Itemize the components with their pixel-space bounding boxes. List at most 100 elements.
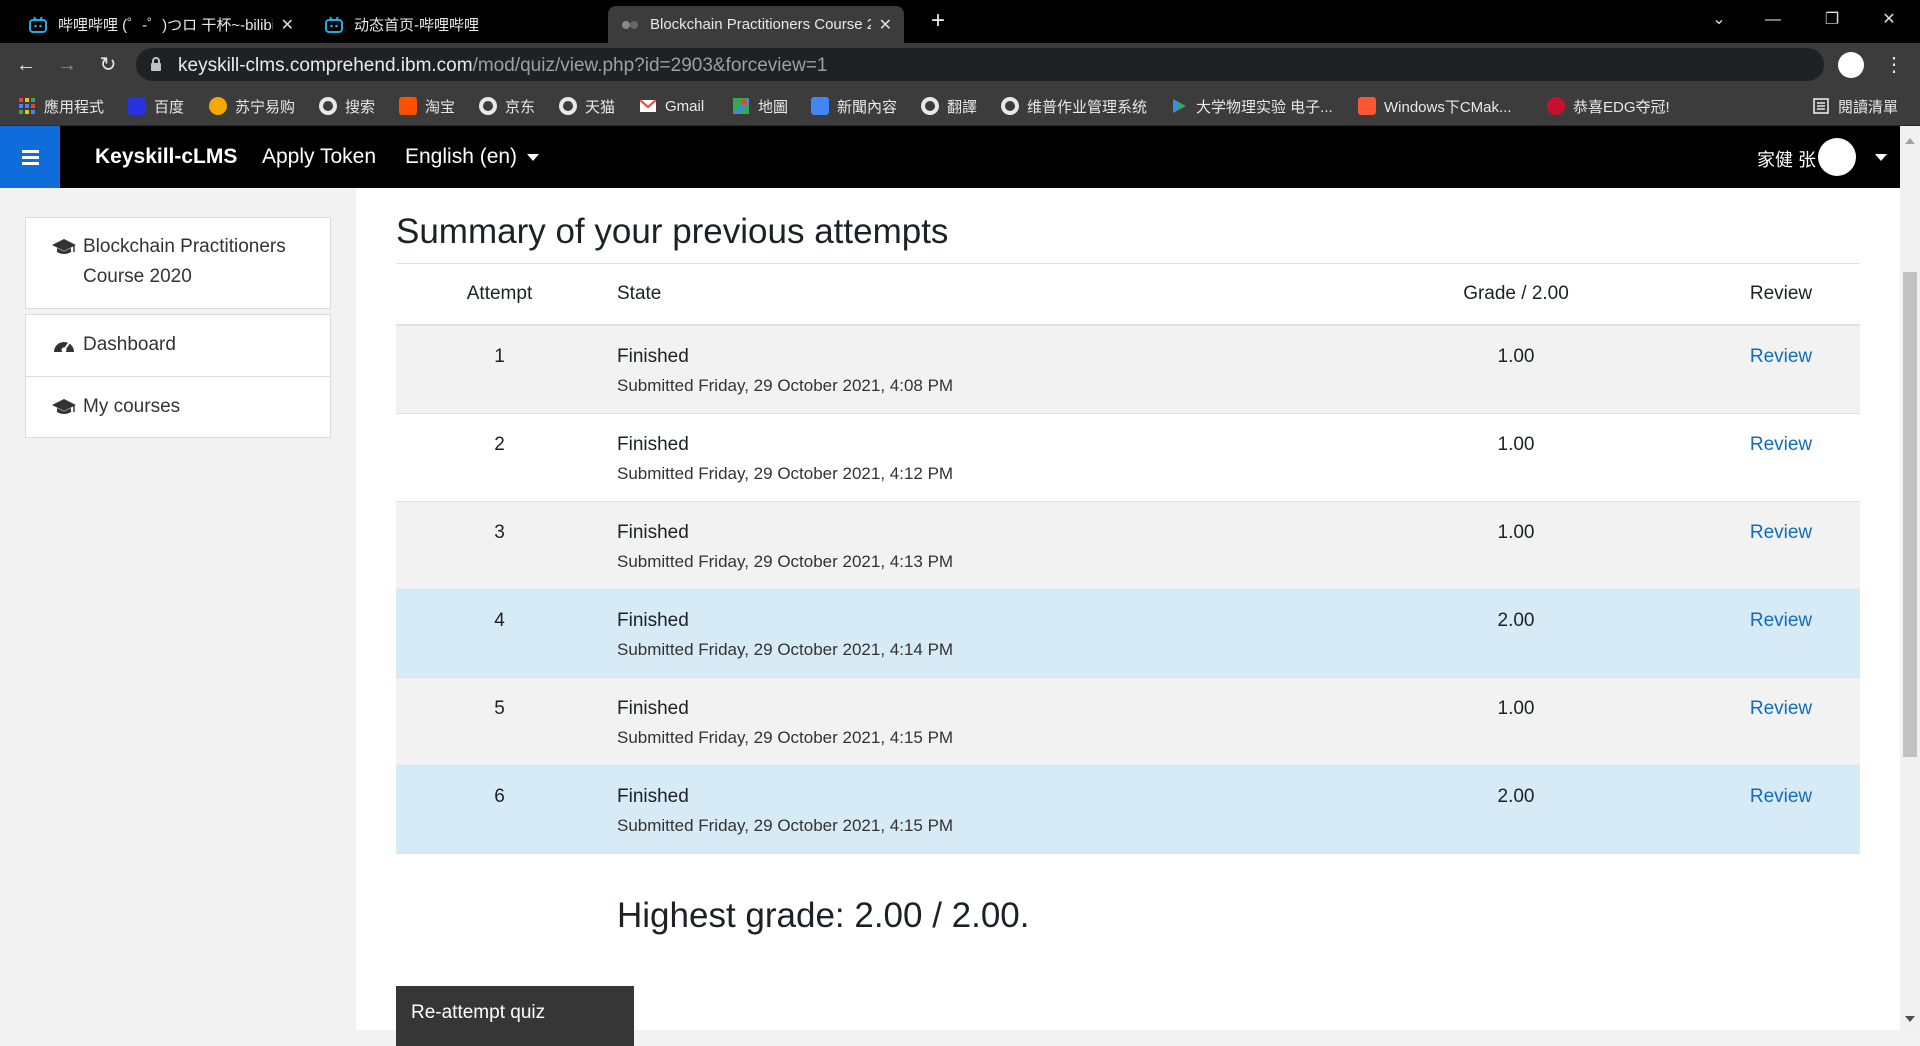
highest-grade: Highest grade: 2.00 / 2.00. [617, 896, 1030, 935]
bookmark-translate[interactable]: 翻譯 [921, 94, 977, 118]
close-icon[interactable]: ✕ [281, 15, 294, 35]
sidebar-item-dashboard[interactable]: Dashboard [51, 330, 176, 360]
avatar[interactable] [1818, 138, 1856, 176]
attempt-grade: 2.00 [1497, 786, 1535, 807]
user-menu-caret-icon[interactable] [1875, 154, 1887, 161]
address-bar[interactable]: keyskill-clms.comprehend.ibm.com/mod/qui… [136, 48, 1824, 81]
attempt-state: Finished [617, 346, 689, 367]
minimize-icon[interactable]: — [1746, 0, 1800, 40]
attempt-grade: 1.00 [1497, 698, 1535, 719]
attempt-grade: 1.00 [1497, 522, 1535, 543]
forward-arrow-icon[interactable]: → [53, 51, 81, 79]
bookmark-suning[interactable]: 苏宁易购 [209, 94, 295, 118]
bookmark-label: 淘宝 [425, 98, 456, 116]
bookmark-label: Gmail [665, 97, 705, 115]
attempt-state: Finished [617, 698, 689, 719]
attempt-submitted: Submitted Friday, 29 October 2021, 4:14 … [617, 640, 954, 659]
menu-kebab-icon[interactable]: ⋮ [1884, 52, 1904, 78]
back-arrow-icon[interactable]: ← [12, 51, 40, 79]
tab-blockchain-course[interactable]: Blockchain Practitioners Course 2020 ✕ [608, 6, 904, 43]
bookmark-search[interactable]: 搜索 [319, 94, 375, 118]
language-label: English (en) [405, 145, 518, 168]
bookmark-label: 新聞內容 [837, 98, 898, 116]
bookmark-taobao[interactable]: 淘宝 [399, 94, 455, 118]
bookmark-csdn[interactable]: Windows下CMak... [1358, 94, 1512, 118]
course-nav-block: Blockchain Practitioners Course 2020 [25, 217, 331, 309]
apply-token-link[interactable]: Apply Token [262, 145, 376, 169]
globe-icon [559, 97, 577, 115]
bookmark-baidu[interactable]: 百度 [128, 94, 184, 118]
tab-bilibili-home[interactable]: 哔哩哔哩 (゜-゜)つロ 干杯~-bilibili ✕ [16, 6, 306, 43]
bookmark-physics-lab[interactable]: 大学物理实验 电子... [1170, 94, 1333, 118]
review-link[interactable]: Review [1736, 698, 1826, 720]
bookmark-label: 應用程式 [44, 98, 105, 116]
tab-label: Blockchain Practitioners Course 2020 [650, 16, 871, 33]
bookmark-tmall[interactable]: 天猫 [559, 94, 615, 118]
attempt-submitted: Submitted Friday, 29 October 2021, 4:12 … [617, 464, 954, 483]
attempt-state: Finished [617, 610, 689, 631]
close-icon[interactable]: ✕ [879, 15, 892, 35]
bookmark-apps[interactable]: 應用程式 [18, 94, 104, 118]
sidebar-item-label: Blockchain Practitioners Course 2020 [83, 236, 286, 287]
sidebar-item-course[interactable]: Blockchain Practitioners Course 2020 [51, 232, 313, 292]
sidebar-item-my-courses[interactable]: My courses [51, 392, 180, 422]
page-title: Summary of your previous attempts [396, 212, 949, 251]
review-link[interactable]: Review [1736, 522, 1826, 544]
reading-list-label: 閱讀清單 [1838, 98, 1899, 116]
bookmark-gmail[interactable]: Gmail [639, 94, 704, 118]
bookmark-weipu[interactable]: 维普作业管理系统 [1001, 94, 1147, 118]
profile-avatar-icon[interactable] [1838, 52, 1864, 78]
scrollbar-thumb[interactable] [1903, 272, 1917, 757]
taobao-icon [399, 97, 417, 115]
table-row-highest: 4 Finished Submitted Friday, 29 October … [396, 590, 1860, 678]
user-name[interactable]: 家健 张 [1757, 146, 1816, 172]
column-state: State [617, 283, 662, 304]
apps-grid-icon [19, 98, 35, 114]
bookmark-label: 恭喜EDG夺冠! [1573, 98, 1670, 116]
bookmark-label: 大学物理实验 电子... [1196, 98, 1333, 116]
bookmark-label: 天猫 [585, 98, 616, 116]
site-favicon-icon [622, 20, 638, 29]
reading-list-icon [1813, 98, 1829, 114]
bookmark-label: 维普作业管理系统 [1027, 98, 1148, 116]
globe-icon [921, 97, 939, 115]
attempt-state: Finished [617, 522, 689, 543]
review-link[interactable]: Review [1736, 434, 1826, 456]
reading-list[interactable]: 閱讀清單 [1812, 94, 1898, 118]
bookmark-label: 京东 [505, 98, 536, 116]
main-nav-block: Dashboard My courses [25, 314, 331, 438]
table-row-highest: 6 Finished Submitted Friday, 29 October … [396, 766, 1860, 854]
gmail-icon [639, 99, 657, 112]
bookmark-label: Windows下CMak... [1384, 98, 1512, 116]
review-link[interactable]: Review [1736, 786, 1826, 808]
bookmark-edg[interactable]: 恭喜EDG夺冠! [1547, 94, 1670, 118]
window-close-icon[interactable]: ✕ [1862, 0, 1916, 40]
tab-search-chevron-icon[interactable]: ⌄ [1692, 0, 1746, 40]
restore-icon[interactable]: ❐ [1805, 0, 1859, 40]
globe-icon [1001, 97, 1019, 115]
review-link[interactable]: Review [1736, 346, 1826, 368]
bookmark-jd[interactable]: 京东 [479, 94, 535, 118]
sidebar-item-label: Dashboard [83, 334, 176, 355]
bookmark-label: 苏宁易购 [235, 98, 296, 116]
hamburger-icon-bar [22, 156, 39, 159]
scroll-down-icon[interactable] [1905, 1016, 1915, 1022]
table-row: 1 Finished Submitted Friday, 29 October … [396, 326, 1860, 414]
globe-icon [319, 97, 337, 115]
bookmark-news[interactable]: 新聞內容 [811, 94, 897, 118]
bookmark-maps[interactable]: 地圖 [732, 94, 788, 118]
attempt-grade: 1.00 [1497, 346, 1535, 367]
review-link[interactable]: Review [1736, 610, 1826, 632]
scroll-up-icon[interactable] [1905, 138, 1915, 144]
tab-bilibili-dynamic[interactable]: 动态首页-哔哩哔哩 [312, 6, 602, 43]
attempt-state: Finished [617, 434, 689, 455]
reattempt-quiz-button[interactable]: Re-attempt quiz [396, 986, 634, 1046]
url-host: keyskill-clms.comprehend.ibm.com [178, 55, 473, 76]
baidu-icon [128, 97, 146, 115]
drawer-toggle-button[interactable] [0, 126, 60, 188]
new-tab-button[interactable]: + [922, 6, 954, 38]
reload-icon[interactable]: ↻ [94, 51, 122, 79]
sidebar-item-label: My courses [83, 396, 181, 417]
language-menu[interactable]: English (en) [405, 145, 540, 169]
site-brand[interactable]: Keyskill-cLMS [95, 145, 237, 169]
